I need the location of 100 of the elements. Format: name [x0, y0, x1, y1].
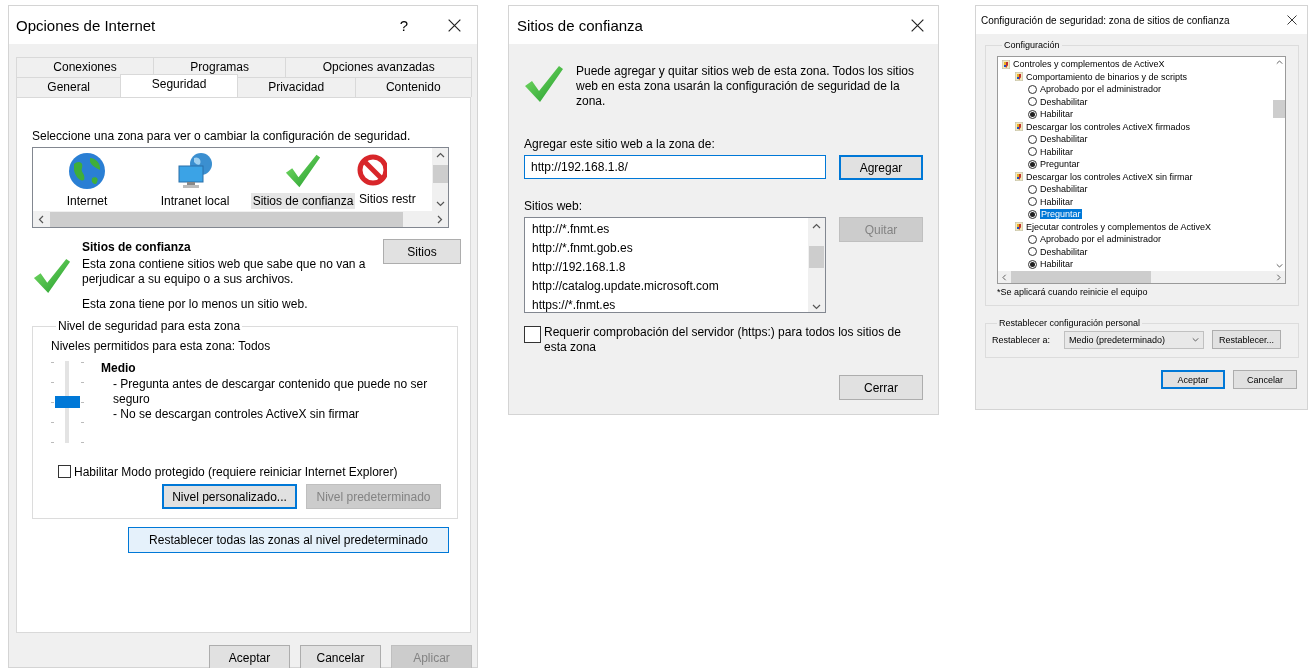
chevron-right-icon[interactable] — [435, 214, 444, 224]
url-input-field[interactable]: http://192.168.1.8/ — [524, 155, 826, 179]
security-level-slider[interactable] — [51, 361, 87, 443]
radio-button[interactable] — [1028, 209, 1037, 219]
scrollbar-thumb[interactable] — [50, 211, 403, 227]
radio-button[interactable] — [1028, 134, 1037, 144]
reset-label: Restablecer a: — [992, 334, 1051, 345]
zone-description: Esta zona contiene sitios web que sabe que no van a perjudicar a su equipo o a sus archivos. — [82, 257, 367, 287]
custom-level-button[interactable]: Nivel personalizado... — [162, 484, 297, 509]
forbidden-icon — [357, 152, 387, 188]
close-icon[interactable] — [911, 18, 924, 32]
level-detail: - No se descargan controles ActiveX sin firmar — [113, 407, 361, 422]
option-label[interactable]: Aprobado por el administrador — [1040, 84, 1162, 95]
tab[interactable]: Conexiones — [16, 57, 154, 77]
tab[interactable]: Seguridad — [120, 74, 238, 97]
zone-title: Sitios de confianza — [82, 240, 192, 254]
radio-button[interactable] — [1028, 84, 1037, 94]
tab[interactable]: Contenido — [354, 77, 472, 97]
zone-note: Esta zona tiene por lo menos un sitio web. — [82, 297, 309, 311]
list-label: Sitios web: — [524, 199, 584, 213]
check-icon — [32, 257, 72, 295]
website-item[interactable]: http://catalog.update.microsoft.com — [532, 277, 808, 296]
window-title: Sitios de confianza — [517, 16, 644, 34]
close-icon[interactable] — [448, 18, 461, 32]
level-name: Medio — [101, 361, 137, 375]
zone-item[interactable]: Internet — [64, 193, 110, 209]
reset-button[interactable]: Restablecer... — [1212, 330, 1282, 349]
radio-button[interactable] — [1028, 147, 1037, 157]
website-item[interactable]: http://*.fnmt.gob.es — [532, 239, 808, 258]
dialog-button[interactable]: Cancelar — [300, 645, 381, 668]
window-title: Opciones de Internet — [16, 16, 157, 34]
dialog-button[interactable]: Aceptar — [1161, 370, 1225, 389]
chevron-up-icon[interactable] — [435, 151, 445, 160]
chevron-down-icon[interactable] — [435, 199, 445, 208]
help-button[interactable]: ? — [399, 16, 408, 34]
scrollbar-thumb[interactable] — [809, 245, 824, 268]
allowed-levels-text: Niveles permitidos para esta zona: Todos — [51, 339, 272, 353]
checkbox[interactable] — [524, 326, 541, 343]
reset-level-dropdown[interactable]: Medio (predeterminado) — [1064, 330, 1205, 349]
shield-icon — [1015, 222, 1023, 232]
group-label: Restablecer configuración personal — [998, 318, 1142, 328]
radio-button[interactable] — [1028, 184, 1037, 194]
scrollbar-thumb[interactable] — [1273, 100, 1285, 118]
scrollbar-thumb[interactable] — [1011, 271, 1151, 283]
add-button[interactable]: Agregar — [839, 155, 923, 180]
close-button[interactable]: Cerrar — [839, 375, 923, 400]
tab[interactable]: Opciones avanzadas — [285, 57, 472, 77]
zone-item[interactable]: Sitios restr — [357, 191, 418, 207]
radio-button[interactable] — [1028, 247, 1037, 257]
chevron-down-icon[interactable] — [812, 302, 821, 311]
checkbox-label[interactable]: Requerir comprobación del servidor (https:) para todos los sitios de esta zona — [544, 325, 923, 355]
setting-label: Descargar los controles ActiveX firmados — [1026, 121, 1191, 132]
option-label[interactable]: Deshabilitar — [1040, 184, 1088, 195]
radio-button[interactable] — [1028, 259, 1037, 269]
radio-button[interactable] — [1028, 97, 1037, 107]
globe-icon — [68, 152, 106, 190]
zone-prompt: Seleccione una zona para ver o cambiar la configuración de seguridad. — [32, 129, 412, 143]
option-label[interactable]: Deshabilitar — [1040, 96, 1088, 107]
radio-button[interactable] — [1028, 159, 1037, 169]
radio-button[interactable] — [1028, 234, 1037, 244]
option-label[interactable]: Deshabilitar — [1040, 246, 1088, 257]
chevron-left-icon[interactable] — [37, 214, 46, 224]
description-text: Puede agregar y quitar sitios web de esta zona. Todos los sitios web en esta zona usarán la configuración de seguridad de la zona. — [576, 64, 915, 109]
option-label[interactable]: Habilitar — [1040, 259, 1073, 270]
option-label[interactable]: Preguntar — [1040, 159, 1080, 170]
option-label[interactable]: Aprobado por el administrador — [1040, 234, 1162, 245]
option-label[interactable]: Habilitar — [1040, 109, 1073, 120]
shield-icon — [1002, 59, 1010, 69]
restart-note: *Se aplicará cuando reinicie el equipo — [997, 287, 1149, 297]
tab[interactable]: General — [16, 77, 122, 97]
shield-icon — [1015, 122, 1023, 132]
dialog-button[interactable]: Cancelar — [1233, 370, 1297, 389]
sites-button[interactable]: Sitios — [383, 239, 461, 264]
website-item[interactable]: http://192.168.1.8 — [532, 258, 808, 277]
radio-button[interactable] — [1028, 109, 1037, 119]
option-label[interactable]: Habilitar — [1040, 196, 1073, 207]
window-title: Configuración de seguridad: zona de sitios de confianza — [981, 14, 1231, 26]
website-item[interactable]: https://*.fnmt.es — [532, 296, 808, 312]
reset-all-zones-button[interactable]: Restablecer todas las zonas al nivel predeterminado — [128, 527, 449, 553]
option-label[interactable]: Habilitar — [1040, 146, 1073, 157]
radio-button[interactable] — [1028, 197, 1037, 207]
scrollbar-thumb[interactable] — [432, 164, 448, 183]
field-label: Agregar este sitio web a la zona de: — [524, 137, 716, 151]
computer-globe-icon — [176, 152, 214, 190]
setting-label: Controles y complementos de ActiveX — [1013, 59, 1165, 70]
zone-item[interactable]: Intranet local — [158, 193, 232, 209]
checkbox-label[interactable]: Habilitar Modo protegido (requiere reiniciar Internet Explorer) — [74, 465, 398, 479]
option-label[interactable]: Deshabilitar — [1040, 134, 1088, 145]
tab[interactable]: Programas — [153, 57, 287, 77]
setting-label: Ejecutar controles y complementos de ActiveX — [1026, 221, 1212, 232]
shield-icon — [1015, 72, 1023, 82]
shield-icon — [1015, 172, 1023, 182]
close-icon[interactable] — [1287, 15, 1297, 25]
chevron-up-icon[interactable] — [812, 222, 821, 231]
option-label[interactable]: Preguntar — [1040, 209, 1082, 220]
group-label: Configuración — [1003, 40, 1061, 50]
website-item[interactable]: http://*.fnmt.es — [532, 220, 808, 239]
zone-item[interactable]: Sitios de confianza — [250, 193, 356, 209]
checkbox[interactable] — [58, 465, 71, 478]
dialog-button[interactable]: Aceptar — [209, 645, 290, 668]
